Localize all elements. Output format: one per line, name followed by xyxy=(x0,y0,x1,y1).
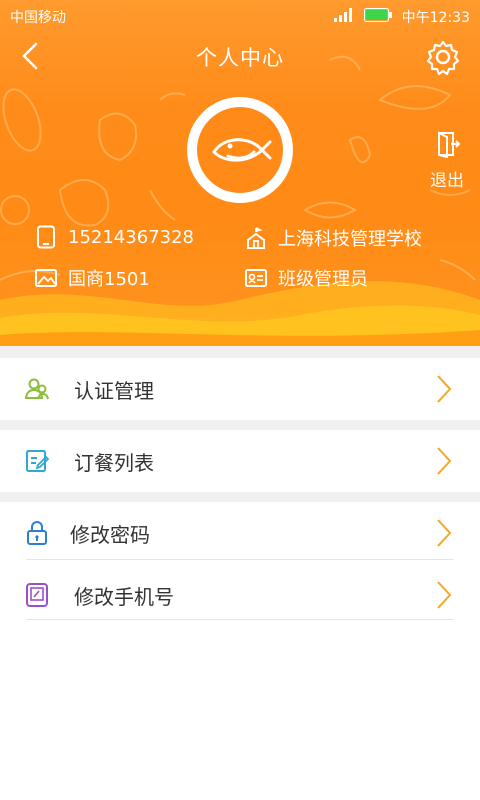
edit-list-icon xyxy=(26,450,50,472)
gear-icon xyxy=(426,40,460,76)
menu-item-orders[interactable]: 订餐列表 xyxy=(0,430,480,492)
clock-label: 中午12:33 xyxy=(401,10,470,26)
menu-card-auth: 认证管理 xyxy=(0,358,480,420)
class-name: 国商1501 xyxy=(68,269,150,290)
page-title: 个人中心 xyxy=(196,46,284,70)
lock-icon xyxy=(27,521,47,545)
menu-item-phone[interactable]: 修改手机号 xyxy=(0,564,480,626)
people-icon xyxy=(24,378,49,400)
profile-screen: 中国移动 中午12:33 个人中心 退出 15214367328 上海科技管理学… xyxy=(0,0,480,800)
chevron-right-icon xyxy=(437,581,452,609)
id-card-icon xyxy=(245,269,267,287)
section-spacer xyxy=(0,420,480,430)
menu-item-label: 修改密码 xyxy=(70,522,150,547)
chevron-right-icon xyxy=(437,447,452,475)
section-spacer xyxy=(0,492,480,502)
school-building-icon xyxy=(247,227,265,249)
battery-icon xyxy=(364,8,392,22)
settings-button[interactable] xyxy=(424,38,462,76)
logout-label: 退出 xyxy=(430,171,464,191)
menu-item-auth[interactable]: 认证管理 xyxy=(0,358,480,420)
chevron-right-icon xyxy=(437,519,452,547)
nav-bar: 个人中心 xyxy=(0,32,480,82)
tablet-icon xyxy=(26,583,48,607)
class-info: 国商1501 xyxy=(34,265,150,291)
menu-item-label: 认证管理 xyxy=(74,378,154,403)
signal-icon xyxy=(334,8,352,22)
divider xyxy=(26,559,454,560)
phone-info: 15214367328 xyxy=(34,225,194,249)
menu-item-password[interactable]: 修改密码 xyxy=(0,502,480,564)
avatar-inner xyxy=(197,107,283,193)
menu-card-orders: 订餐列表 xyxy=(0,430,480,492)
school-info: 上海科技管理学校 xyxy=(244,225,422,251)
section-spacer xyxy=(0,346,480,358)
phone-number: 15214367328 xyxy=(68,226,194,248)
status-bar: 中国移动 中午12:33 xyxy=(0,0,480,32)
fish-logo-icon xyxy=(212,138,272,162)
chevron-right-icon xyxy=(437,375,452,403)
phone-icon xyxy=(37,225,55,249)
menu-item-label: 修改手机号 xyxy=(74,584,174,609)
role-name: 班级管理员 xyxy=(278,269,368,290)
divider xyxy=(26,619,454,620)
menu-item-label: 订餐列表 xyxy=(74,450,154,475)
role-info: 班级管理员 xyxy=(244,265,368,291)
carrier-label: 中国移动 xyxy=(10,10,66,26)
avatar[interactable] xyxy=(187,97,293,203)
logout-button[interactable]: 退出 xyxy=(424,130,470,191)
school-name: 上海科技管理学校 xyxy=(278,229,422,250)
logout-door-icon xyxy=(438,131,461,159)
profile-header: 中国移动 中午12:33 个人中心 退出 15214367328 上海科技管理学… xyxy=(0,0,480,346)
menu-card-account: 修改密码 修改手机号 xyxy=(0,502,480,626)
class-image-icon xyxy=(35,269,57,287)
status-icons xyxy=(334,8,392,22)
